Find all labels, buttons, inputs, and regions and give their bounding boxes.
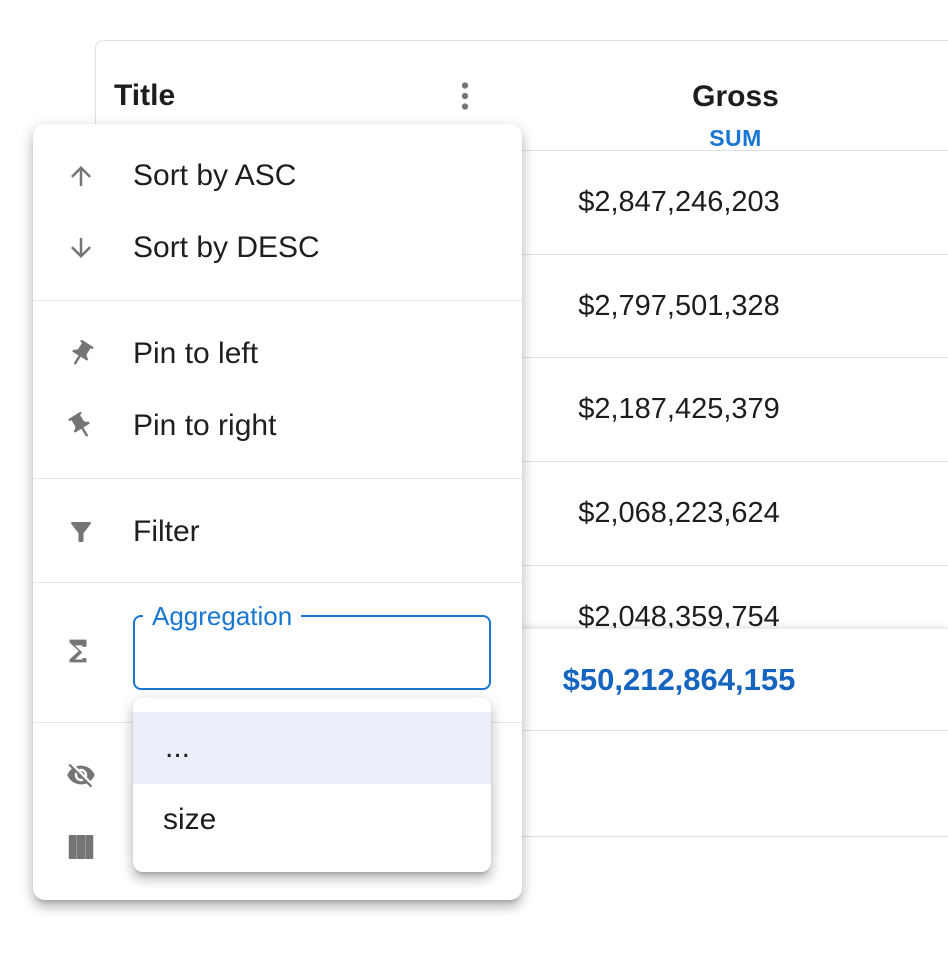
menu-divider [33,478,522,479]
menu-item-label: Sort by DESC [133,231,320,265]
column-header-title-label: Title [114,79,175,113]
aggregation-select-label: Aggregation [143,602,301,630]
column-header-gross[interactable]: Gross SUM [523,41,948,151]
gross-cell[interactable]: $2,068,223,624 [523,462,835,565]
columns-icon [66,832,96,862]
arrow-upward-icon [66,161,96,191]
aggregation-dropdown: ... size [133,698,491,872]
column-header-gross-label: Gross [523,81,948,113]
menu-item-sort-asc[interactable]: Sort by ASC [33,140,522,212]
menu-divider [33,582,522,583]
pin-right-icon [60,405,101,446]
aggregation-option-size[interactable]: size [133,784,491,856]
menu-item-pin-left[interactable]: Pin to left [33,318,522,390]
sigma-aggregation-icon [61,634,95,668]
menu-item-label: Pin to left [133,337,258,371]
pin-left-icon [60,333,101,374]
menu-item-pin-right[interactable]: Pin to right [33,390,522,462]
aggregation-badge-sum: SUM [523,125,948,151]
menu-divider [33,300,522,301]
page: Title Gross SUM $2,847,246,203 $2,797,50… [0,0,948,964]
menu-item-filter[interactable]: Filter [33,496,522,568]
gross-sum-value: $50,212,864,155 [523,629,835,730]
menu-item-label: Pin to right [133,409,276,443]
aggregation-option-none[interactable]: ... [133,712,491,784]
menu-item-label: Sort by ASC [133,159,296,193]
visibility-off-icon [66,760,96,790]
title-column-menu-button[interactable] [447,78,483,114]
gross-cell[interactable]: $2,797,501,328 [523,255,835,358]
filter-icon [66,517,96,547]
menu-item-sort-desc[interactable]: Sort by DESC [33,212,522,284]
gross-cell[interactable]: $2,847,246,203 [523,151,835,254]
arrow-downward-icon [66,233,96,263]
more-vert-icon [447,78,483,114]
menu-item-label: Filter [133,515,200,549]
gross-cell[interactable]: $2,187,425,379 [523,358,835,461]
